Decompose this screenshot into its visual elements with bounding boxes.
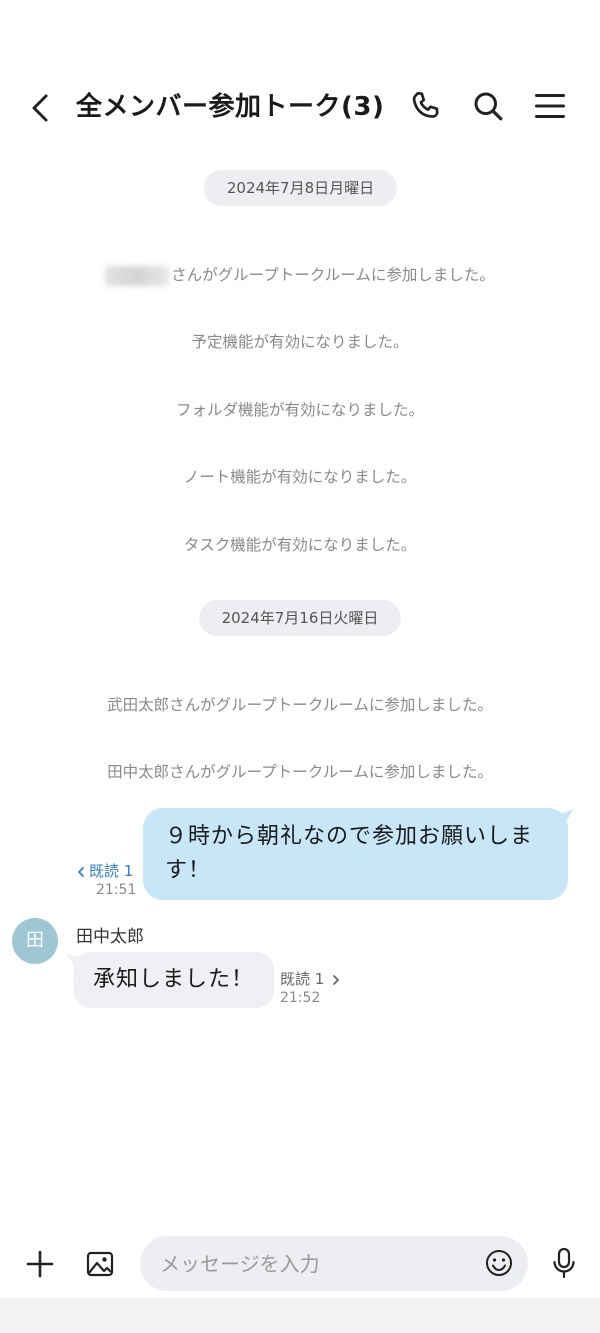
chevron-left-icon[interactable] [24, 90, 56, 126]
read-count: 既読 1 [280, 970, 325, 988]
microphone-icon[interactable] [550, 1246, 578, 1280]
outgoing-timestamp: 21:51 [96, 882, 137, 898]
system-message-note: ノート機能が有効になりました。 [183, 468, 417, 486]
image-icon[interactable] [84, 1248, 116, 1280]
system-message-member-joined: さんがグループトークルームに参加しました。 [0, 263, 600, 287]
phone-icon[interactable] [408, 88, 444, 124]
read-count: 既読 1 [89, 862, 134, 880]
chevron-right-icon [333, 974, 339, 985]
system-message-task: タスク機能が有効になりました。 [183, 536, 417, 554]
incoming-timestamp: 21:52 [280, 990, 321, 1006]
message-composer [0, 1228, 600, 1298]
plus-icon[interactable] [24, 1248, 56, 1280]
search-icon[interactable] [470, 88, 506, 124]
date-separator: 2024年7月16日火曜日 [199, 600, 401, 636]
chat-title: 全メンバー参加トーク(3) [76, 92, 385, 122]
chevron-left-icon [78, 866, 84, 877]
outgoing-message-bubble[interactable]: ９時から朝礼なので参加お願いします！ [143, 808, 568, 900]
incoming-read-receipt[interactable]: 既読 1 [280, 968, 341, 989]
date-separator: 2024年7月8日月曜日 [204, 170, 397, 206]
outgoing-read-receipt[interactable]: 既読 1 [76, 860, 133, 881]
hamburger-menu-icon[interactable] [532, 88, 568, 124]
system-message-folder: フォルダ機能が有効になりました。 [175, 401, 424, 419]
avatar[interactable]: 田 [12, 918, 58, 964]
system-message-takeda-joined: 武田太郎さんがグループトークルームに参加しました。 [107, 696, 493, 714]
system-navigation-strip [0, 1298, 600, 1333]
blurred-member-name [105, 265, 170, 286]
chat-header: 全メンバー参加トーク(3) [0, 60, 600, 156]
incoming-message-bubble[interactable]: 承知しました！ [73, 952, 275, 1008]
emoji-icon[interactable] [484, 1248, 514, 1278]
system-message-tanaka-joined: 田中太郎さんがグループトークルームに参加しました。 [107, 763, 493, 781]
system-message-schedule: 予定機能が有効になりました。 [191, 333, 409, 351]
system-message-text: さんがグループトークルームに参加しました。 [171, 266, 495, 284]
message-input[interactable] [140, 1236, 528, 1291]
sender-name: 田中太郎 [76, 927, 144, 947]
